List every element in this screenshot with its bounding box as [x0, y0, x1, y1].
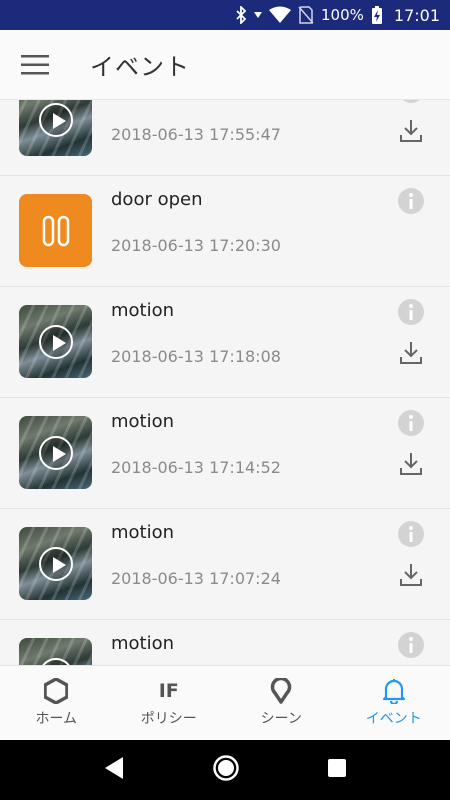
- event-row[interactable]: motion 2018-06-13 17:07:24: [0, 509, 450, 620]
- location-pin-icon: [270, 678, 292, 704]
- play-icon[interactable]: [38, 324, 73, 359]
- system-nav-bar: [0, 740, 450, 800]
- app-bar: イベント: [0, 30, 450, 100]
- event-list-inner: motion 2018-06-13 17:55:47 door open 201…: [0, 100, 450, 665]
- tab-home[interactable]: ホーム: [0, 666, 113, 740]
- download-icon[interactable]: [398, 451, 424, 477]
- clock: 17:01: [393, 5, 440, 25]
- recents-icon[interactable]: [327, 758, 347, 782]
- info-icon[interactable]: [398, 410, 424, 436]
- video-thumbnail[interactable]: [19, 416, 92, 489]
- event-title: motion: [111, 633, 175, 654]
- info-icon[interactable]: [398, 632, 424, 658]
- download-icon[interactable]: [398, 340, 424, 366]
- event-row[interactable]: motion: [0, 620, 450, 665]
- home-hexagon-icon: [44, 678, 69, 704]
- door-sensor-icon: [42, 215, 69, 246]
- page-title: イベント: [90, 53, 190, 81]
- door-sensor-thumbnail[interactable]: [19, 194, 92, 267]
- status-bar: 100% 17:01: [0, 0, 450, 30]
- event-time: 2018-06-13 17:55:47: [111, 125, 281, 144]
- play-icon[interactable]: [38, 546, 73, 581]
- bluetooth-icon: [235, 6, 247, 24]
- info-icon[interactable]: [398, 188, 424, 214]
- event-time: 2018-06-13 17:14:52: [111, 458, 281, 477]
- hamburger-menu-icon: [21, 54, 49, 74]
- tab-scene[interactable]: シーン: [225, 666, 338, 740]
- wifi-icon: [269, 6, 291, 24]
- tab-label: ホーム: [35, 711, 78, 727]
- bottom-nav: ホーム IF ポリシー シーン イベント: [0, 665, 450, 740]
- video-thumbnail[interactable]: [19, 305, 92, 378]
- battery-percent: 100%: [321, 6, 364, 24]
- video-thumbnail[interactable]: [19, 638, 92, 665]
- tab-events[interactable]: イベント: [338, 666, 450, 740]
- info-icon[interactable]: [398, 521, 424, 547]
- back-icon[interactable]: [103, 756, 125, 784]
- event-title: motion: [111, 411, 175, 432]
- event-time: 2018-06-13 17:20:30: [111, 236, 281, 255]
- event-list[interactable]: motion 2018-06-13 17:55:47 door open 201…: [0, 100, 450, 665]
- event-title: door open: [111, 189, 203, 210]
- tab-label: イベント: [365, 711, 422, 727]
- event-title: motion: [111, 300, 175, 321]
- menu-button[interactable]: [0, 30, 70, 100]
- info-icon[interactable]: [398, 100, 424, 103]
- download-icon[interactable]: [398, 562, 424, 588]
- bell-icon: [382, 678, 406, 704]
- home-circle-icon[interactable]: [212, 754, 240, 786]
- event-row[interactable]: motion 2018-06-13 17:14:52: [0, 398, 450, 509]
- tab-label: ポリシー: [140, 711, 197, 727]
- event-title: motion: [111, 522, 175, 543]
- battery-charging-icon: [371, 5, 383, 25]
- if-icon: IF: [158, 680, 179, 702]
- video-thumbnail[interactable]: [19, 527, 92, 600]
- download-icon[interactable]: [398, 118, 424, 144]
- event-row[interactable]: door open 2018-06-13 17:20:30: [0, 176, 450, 287]
- event-time: 2018-06-13 17:07:24: [111, 569, 281, 588]
- video-thumbnail[interactable]: [19, 100, 92, 156]
- no-sim-icon: [298, 6, 314, 24]
- event-time: 2018-06-13 17:18:08: [111, 347, 281, 366]
- tab-policy[interactable]: IF ポリシー: [113, 666, 226, 740]
- play-icon[interactable]: [38, 435, 73, 470]
- event-row[interactable]: motion 2018-06-13 17:55:47: [0, 100, 450, 176]
- play-icon[interactable]: [38, 102, 73, 137]
- event-row[interactable]: motion 2018-06-13 17:18:08: [0, 287, 450, 398]
- tab-label: シーン: [260, 711, 302, 727]
- signal-arrow-icon: [254, 11, 262, 19]
- info-icon[interactable]: [398, 299, 424, 325]
